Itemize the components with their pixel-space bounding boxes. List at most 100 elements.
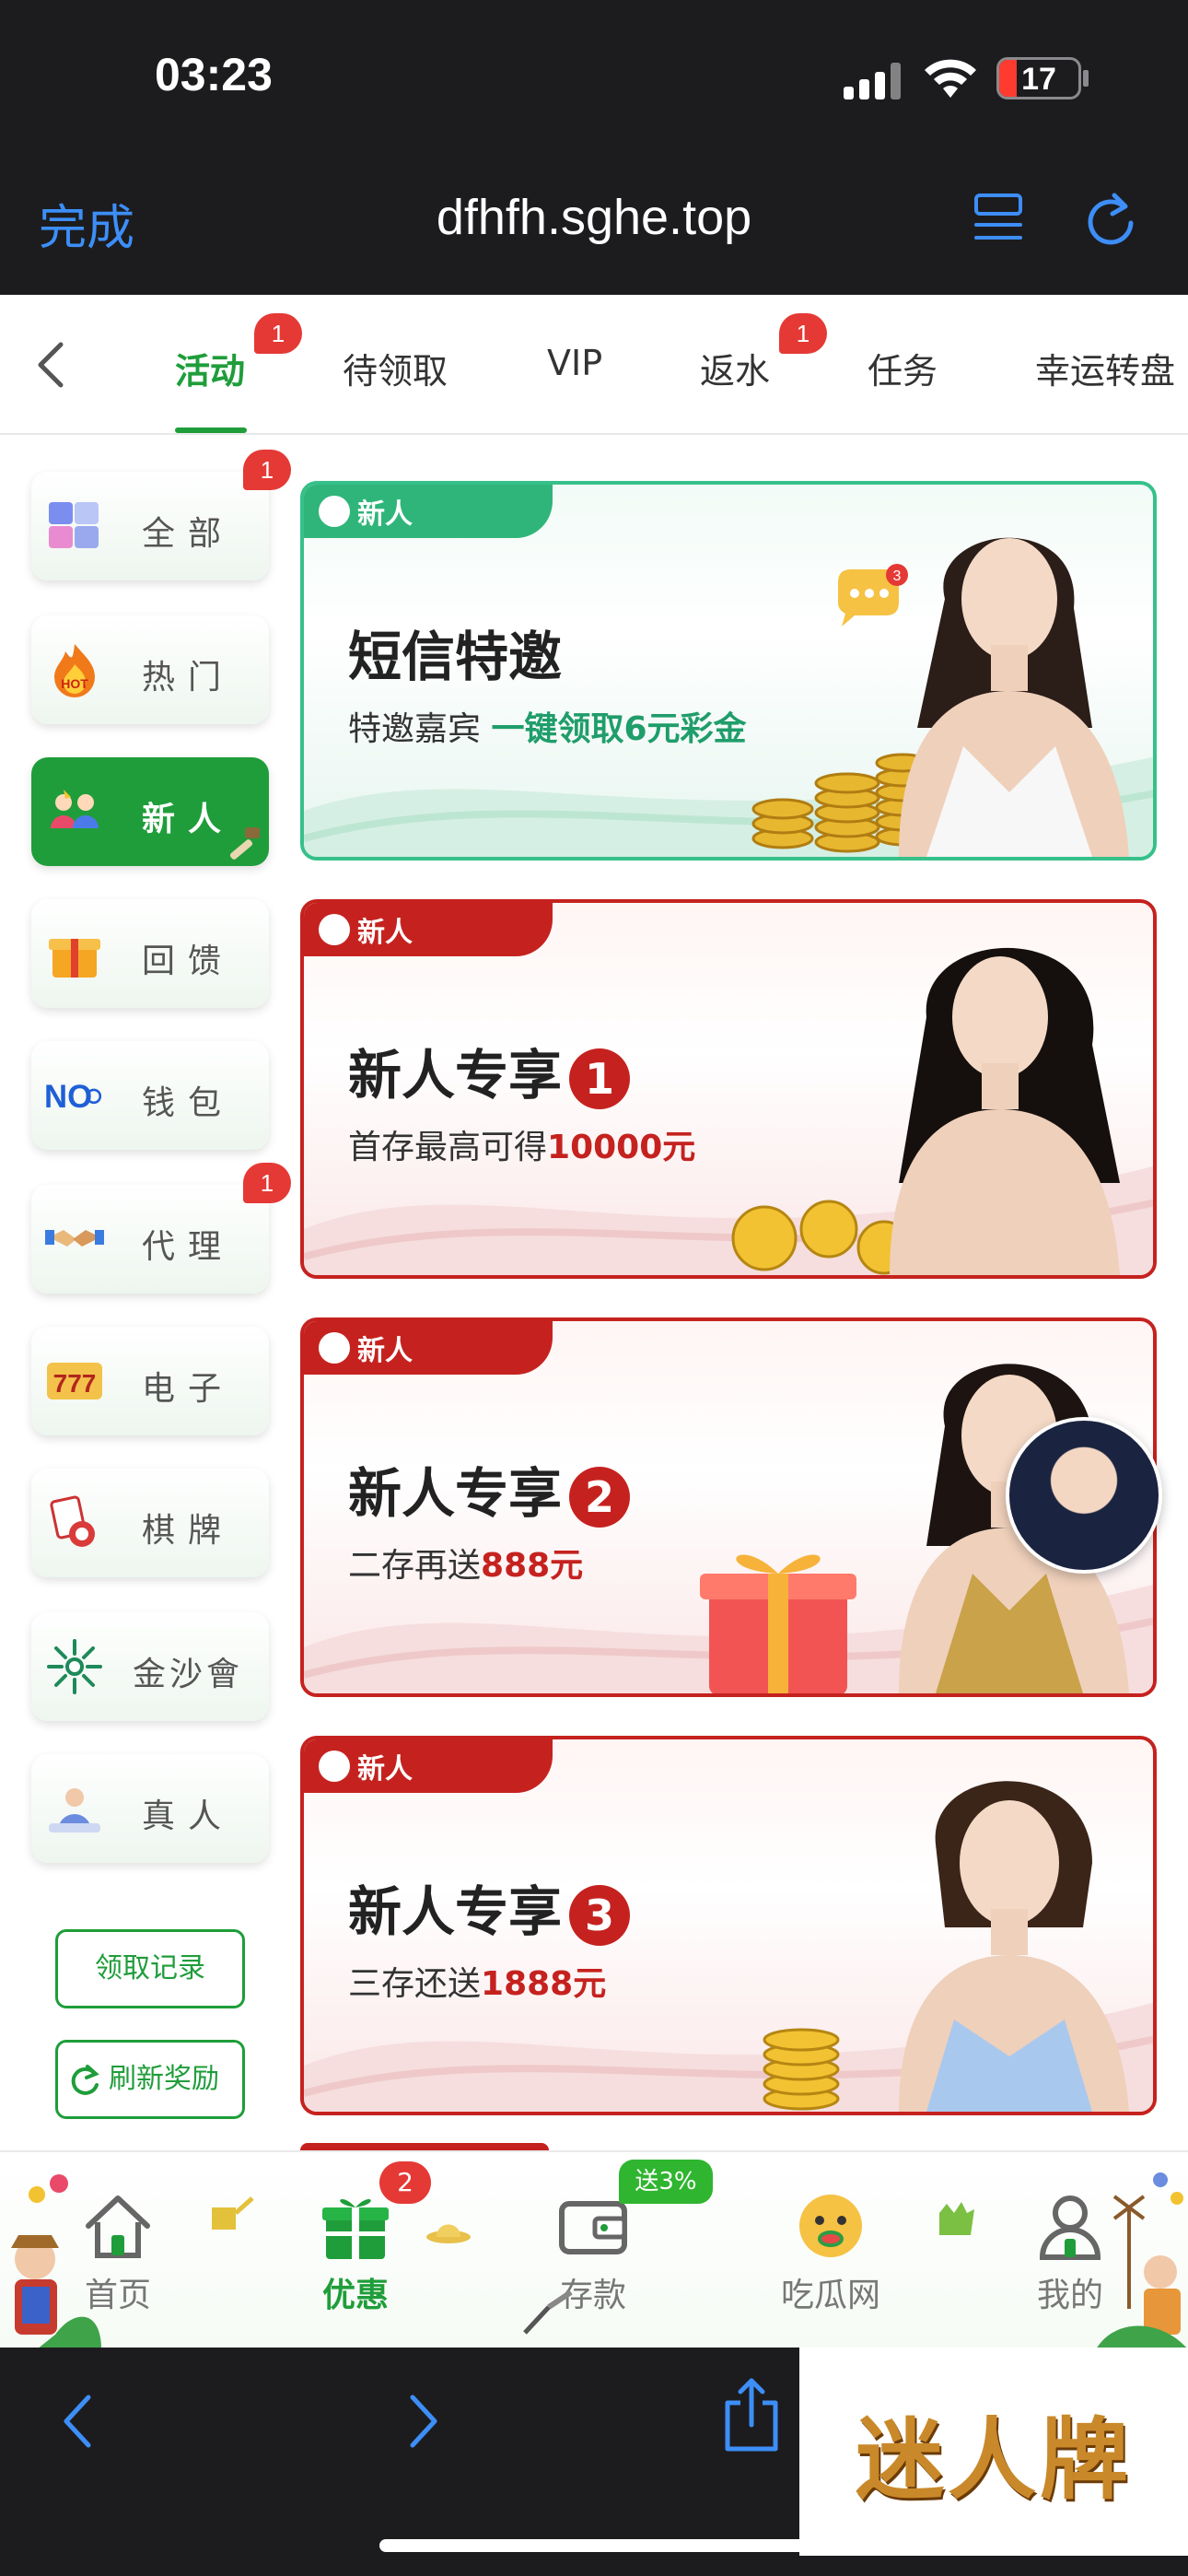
- banner-sub-prefix: 三存还送: [348, 1965, 482, 2003]
- refresh-rewards-label: 刷新奖励: [109, 2063, 219, 2095]
- banner-tag: 新人: [304, 1321, 553, 1375]
- tab-lucky-wheel[interactable]: 幸运转盘: [1035, 343, 1175, 393]
- sidebar-item-label: 代理: [141, 1228, 234, 1266]
- back-chevron-icon[interactable]: [33, 339, 70, 391]
- gold-coins-stack: [763, 2028, 840, 2111]
- banner-tag: 新人: [304, 903, 553, 956]
- tab-pending[interactable]: 待领取: [343, 343, 448, 393]
- sidebar-item-label: 热门: [141, 659, 234, 697]
- watermark-logo: 迷人牌: [799, 2348, 1188, 2556]
- sidebar-item-agent[interactable]: 代理: [31, 1185, 269, 1294]
- sidebar-item-live[interactable]: 真人: [31, 1754, 269, 1863]
- banner-tag-label: 新人: [357, 917, 413, 949]
- promo-banner-third-deposit[interactable]: 新人 新人专享 3 三存还送1888元: [300, 1736, 1157, 2115]
- banner-sub-highlight: 一键领取6元彩金: [491, 710, 747, 748]
- status-bar: 03:23 17 完成 dfhfh.sghe.top: [0, 0, 1188, 295]
- gift-box-icon: [44, 923, 105, 984]
- nav-label: 优惠: [321, 2277, 389, 2314]
- pruning-shears-icon: [523, 2289, 573, 2335]
- forward-arrow-icon[interactable]: [405, 2392, 442, 2451]
- category-tab-bar: 活动 1 待领取 VIP 返水 1 任务 幸运转盘: [0, 295, 1188, 435]
- banner-number: 1: [569, 1048, 631, 1109]
- sidebar-item-newbie[interactable]: 新人: [31, 757, 269, 866]
- banner-sub-highlight: 888元: [481, 1547, 584, 1585]
- claim-records-button[interactable]: 领取记录: [55, 1929, 245, 2008]
- hammer-icon: [229, 827, 260, 860]
- sidebar-item-label: 全部: [141, 515, 234, 553]
- banner-tag: 新人: [304, 485, 553, 538]
- home-indicator: [379, 2539, 809, 2552]
- sidebar-item-feedback[interactable]: 回馈: [31, 899, 269, 1008]
- promo-banner-sms-invite[interactable]: 新人 短信特邀 特邀嘉宾 一键领取6元彩金 3: [300, 481, 1157, 861]
- refresh-rewards-button[interactable]: 刷新奖励: [55, 2040, 245, 2119]
- reader-view-icon[interactable]: [973, 192, 1024, 247]
- active-tab-indicator: [175, 427, 247, 433]
- nav-gossip[interactable]: 吃瓜网: [748, 2152, 914, 2349]
- fire-icon: HOT: [44, 639, 105, 700]
- home-icon: [86, 2195, 150, 2258]
- slot-777-icon: 777: [44, 1351, 105, 1411]
- live-dealer-icon: [44, 1778, 105, 1839]
- handshake-icon: [44, 1209, 105, 1270]
- promo-banner-first-deposit[interactable]: 新人 新人专享 1 首存最高可得10000元: [300, 899, 1157, 1279]
- battery-level: 17: [1021, 62, 1056, 97]
- watering-can-icon: [212, 2196, 254, 2230]
- wifi-icon: [925, 59, 976, 98]
- nav-badge: 2: [379, 2161, 431, 2204]
- tab-tasks[interactable]: 任务: [868, 343, 938, 393]
- sidebar-item-hot[interactable]: HOT 热门: [31, 615, 269, 724]
- nav-home[interactable]: 首页: [35, 2152, 201, 2349]
- banner-tag: 新人: [304, 1739, 553, 1793]
- money-bag-icon: [319, 496, 350, 527]
- tab-activity[interactable]: 活动: [175, 343, 245, 393]
- sidebar-item-jinsha[interactable]: 金沙會: [31, 1612, 269, 1721]
- banner-sub-highlight: 10000元: [547, 1129, 696, 1166]
- model-portrait: [890, 947, 1120, 1275]
- banner-sub-prefix: 特邀嘉宾: [348, 710, 482, 748]
- gift-icon: [322, 2199, 389, 2259]
- banner-sub-prefix: 首存最高可得: [348, 1129, 548, 1166]
- sidebar-item-label: 钱包: [141, 1084, 234, 1122]
- straw-hat-icon: [426, 2224, 471, 2243]
- svg-text:777: 777: [53, 1369, 97, 1398]
- sidebar-item-slots[interactable]: 777 电子: [31, 1327, 269, 1435]
- sidebar-item-wallet[interactable]: NO 钱包: [31, 1041, 269, 1150]
- banner-subtitle: 特邀嘉宾 一键领取6元彩金: [348, 702, 747, 750]
- battery-tip: [1083, 70, 1089, 87]
- banner-title-text: 新人专享: [348, 1462, 563, 1525]
- money-bag-icon: [319, 1751, 350, 1782]
- sidebar-item-label: 棋牌: [141, 1512, 234, 1550]
- banner-sub-prefix: 二存再送: [348, 1547, 482, 1585]
- bottom-nav-bar: 首页 优惠 2 存款 吃瓜网 我的: [0, 2150, 1188, 2349]
- sidebar-item-label: 金沙會: [132, 1656, 243, 1693]
- sidebar-item-all[interactable]: 全部: [31, 472, 269, 580]
- sidebar-item-label: 真人: [141, 1797, 234, 1835]
- banner-tag-label: 新人: [357, 498, 413, 531]
- tab-vip[interactable]: VIP: [547, 343, 602, 383]
- battery-icon: 17: [996, 57, 1081, 100]
- banner-title: 短信特邀: [348, 626, 563, 688]
- reload-icon[interactable]: [1083, 190, 1138, 249]
- wallet-icon-text: NO: [44, 1080, 92, 1115]
- refresh-icon: [71, 2065, 99, 2095]
- wallet-brand-icon: NO: [44, 1065, 105, 1126]
- share-icon[interactable]: [722, 2375, 781, 2453]
- hot-icon-text: HOT: [61, 676, 88, 691]
- sidebar-badge: 1: [243, 450, 291, 490]
- sidebar-item-cards[interactable]: 棋牌: [31, 1469, 269, 1577]
- tab-rebate[interactable]: 返水: [700, 343, 770, 393]
- banner-subtitle: 二存再送888元: [348, 1539, 583, 1587]
- banner-number: 3: [569, 1884, 631, 1946]
- sidebar-item-label: 电子: [141, 1370, 234, 1408]
- back-arrow-icon[interactable]: [59, 2392, 96, 2451]
- customer-service-avatar[interactable]: [1006, 1417, 1162, 1574]
- banner-title: 新人专享 2: [348, 1450, 631, 1528]
- sunburst-logo-icon: [44, 1636, 105, 1697]
- garden-glove-icon: [939, 2202, 974, 2235]
- banner-title: 新人专享 1: [348, 1032, 631, 1109]
- poker-chips-icon: [44, 1493, 105, 1553]
- banner-subtitle: 首存最高可得10000元: [348, 1120, 695, 1168]
- banner-title-text: 新人专享: [348, 1044, 563, 1107]
- tab-badge: 1: [779, 313, 827, 354]
- red-gift-image: [700, 1554, 856, 1693]
